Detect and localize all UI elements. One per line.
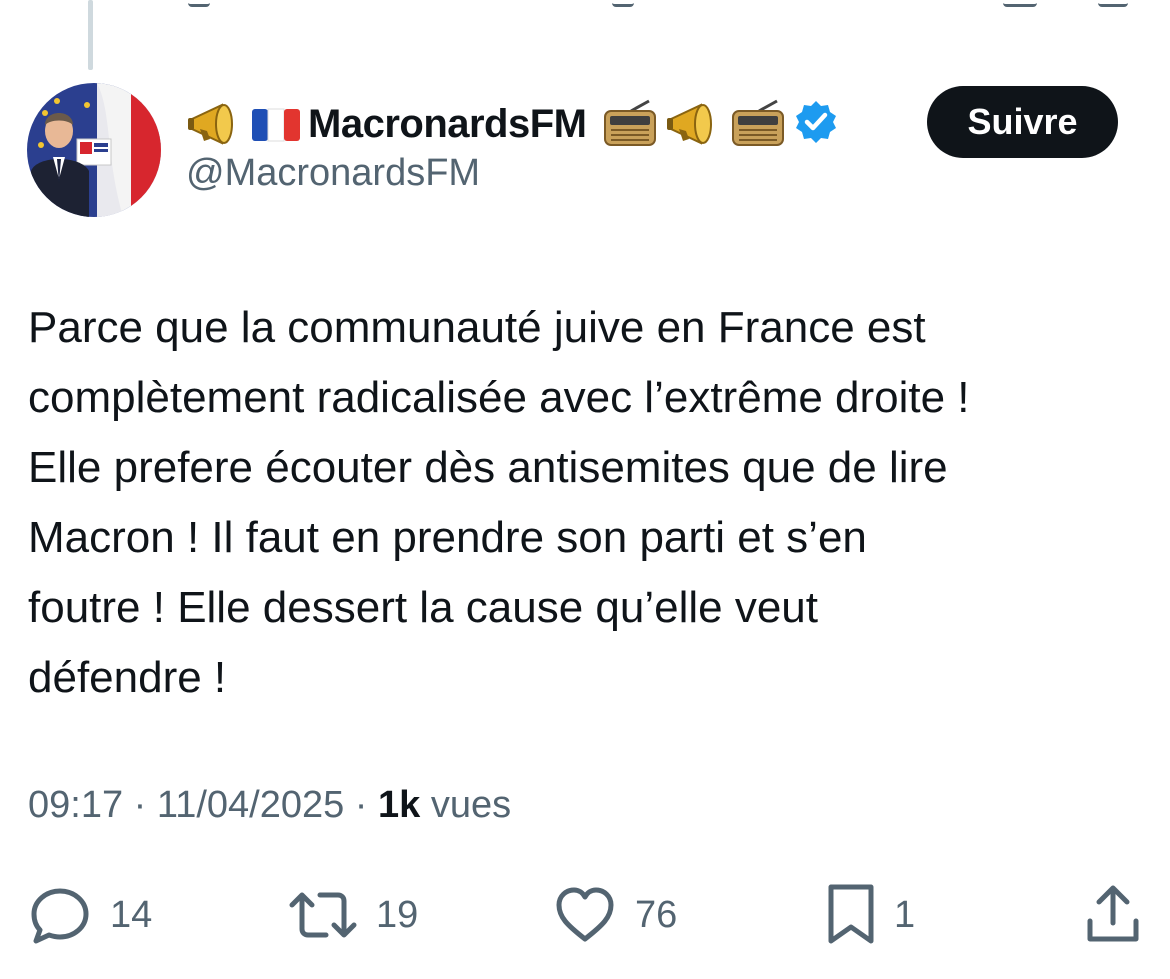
clipped-reply-icon	[188, 0, 210, 7]
megaphone-icon	[186, 99, 244, 149]
tweet-meta: 09:17 · 11/04/2025 · 1k vues	[28, 784, 511, 827]
tweet-text-line: Macron ! Il faut en prendre son parti et…	[28, 513, 867, 562]
thread-connector-line	[88, 0, 93, 70]
meta-separator: ·	[344, 784, 379, 826]
user-handle[interactable]: @MacronardsFM	[186, 152, 480, 195]
clipped-bookmark-icon	[1003, 0, 1037, 7]
repost-count: 19	[376, 893, 419, 936]
display-name: MacronardsFM	[308, 101, 587, 146]
tweet-text-line: foutre ! Elle dessert la cause qu’elle v…	[28, 583, 819, 632]
avatar[interactable]	[27, 83, 161, 217]
reply-icon	[28, 885, 92, 945]
tweet-text-line: Elle prefere écouter dès antisemites que…	[28, 443, 948, 492]
views-count: 1k	[378, 784, 421, 826]
bookmark-icon	[826, 883, 876, 947]
reply-button[interactable]: 14	[28, 880, 152, 950]
avatar-image	[27, 83, 161, 217]
meta-separator: ·	[123, 784, 157, 826]
tweet-date[interactable]: 11/04/2025	[157, 784, 344, 826]
tweet-text-line: Parce que la communauté juive en France …	[28, 303, 926, 352]
share-icon	[1084, 883, 1142, 947]
repost-icon	[288, 885, 358, 945]
like-count: 76	[635, 893, 678, 936]
tweet-text-line: complètement radicalisée avec l’extrême …	[28, 373, 970, 422]
tweet-text-line: défendre !	[28, 653, 227, 702]
reply-count: 14	[110, 893, 153, 936]
like-button[interactable]: 76	[553, 880, 677, 950]
display-name-row[interactable]: MacronardsFM	[186, 96, 839, 152]
radio-icon	[729, 99, 787, 149]
bookmark-button[interactable]: 1	[826, 880, 915, 950]
radio-icon	[601, 99, 659, 149]
bookmark-count: 1	[894, 893, 916, 936]
tweet-time[interactable]: 09:17	[28, 784, 123, 826]
tweet-text: Parce que la communauté juive en France …	[28, 293, 1148, 713]
france-flag-icon	[250, 99, 302, 149]
share-button[interactable]	[1084, 880, 1142, 950]
clipped-share-icon	[1098, 0, 1128, 7]
action-bar: 14 19 76 1	[0, 880, 1170, 950]
verified-badge-icon	[793, 99, 839, 149]
megaphone-icon	[665, 99, 723, 149]
views-label: vues	[430, 784, 512, 826]
heart-icon	[553, 885, 617, 945]
follow-button[interactable]: Suivre	[927, 86, 1118, 158]
clipped-like-icon	[612, 0, 634, 7]
repost-button[interactable]: 19	[288, 880, 418, 950]
